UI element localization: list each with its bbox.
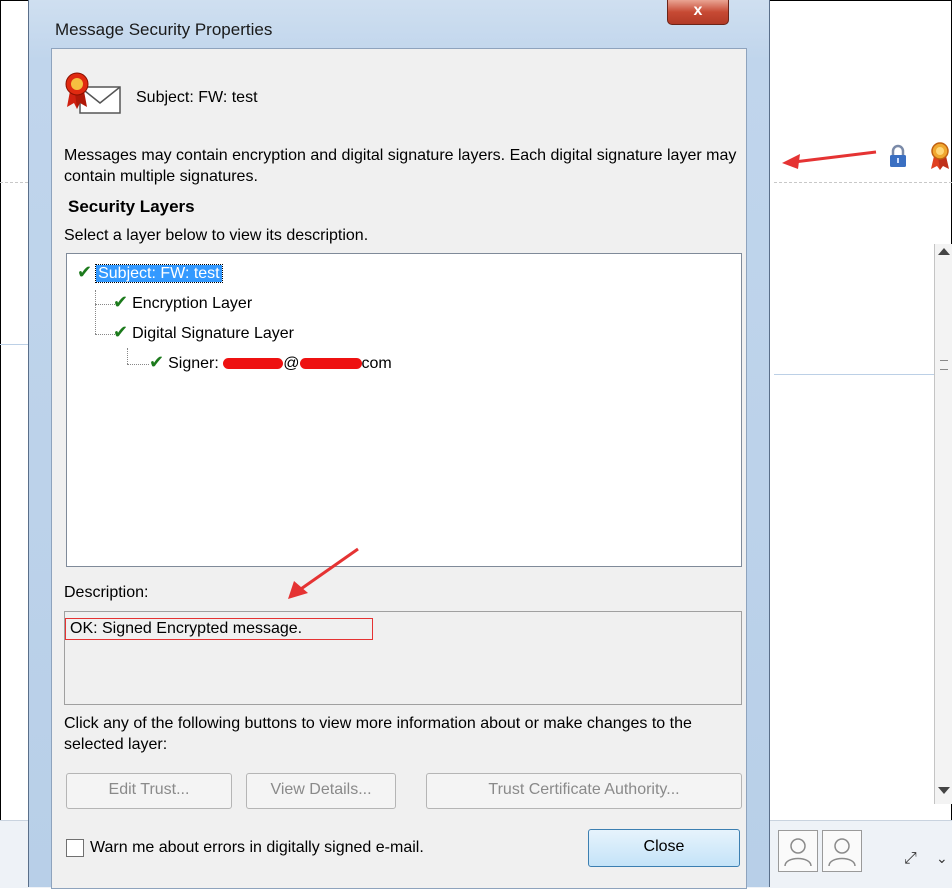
check-icon: ✔: [113, 292, 129, 312]
close-window-button[interactable]: x: [667, 0, 729, 25]
redaction-mark: [299, 358, 362, 370]
expand-icon[interactable]: ⤢: [904, 850, 917, 868]
description-label: Description:: [64, 584, 149, 601]
dialog-title: Message Security Properties: [55, 20, 273, 39]
divider: [774, 374, 934, 375]
redaction-mark: [223, 358, 284, 370]
annotation-arrow-desc: [288, 547, 359, 599]
signer-prefix: Signer:: [168, 355, 219, 372]
scroll-up-icon[interactable]: [938, 248, 950, 255]
certificate-envelope-icon: [65, 72, 121, 114]
buttons-info-text: Click any of the following buttons to vi…: [64, 715, 692, 753]
divider: [0, 182, 28, 183]
security-layers-tree[interactable]: ✔ Subject: FW: test ✔ Encryption Layer ✔ Di…: [66, 253, 742, 567]
close-button[interactable]: Close: [588, 829, 740, 867]
reading-pane-scrollbar[interactable]: [934, 244, 952, 804]
scroll-grip-icon[interactable]: [940, 360, 948, 370]
message-security-dialog: Message Security Properties x Subject: F…: [28, 0, 770, 889]
description-text: OK: Signed Encrypted message.: [65, 618, 373, 640]
signer-suffix: com: [361, 355, 392, 372]
intro-text: Messages may contain encryption and digi…: [64, 147, 737, 185]
select-layer-hint: Select a layer below to view its descrip…: [64, 227, 369, 244]
security-layers-heading: Security Layers: [68, 197, 195, 216]
tree-connector: [127, 348, 128, 364]
check-icon: ✔: [149, 352, 165, 372]
check-icon: ✔: [113, 322, 129, 342]
description-box: OK: Signed Encrypted message.: [64, 611, 742, 705]
tree-item-subject[interactable]: ✔ Subject: FW: test: [77, 262, 223, 283]
tree-connector: [95, 304, 115, 305]
divider: [0, 344, 28, 345]
person-icon: [784, 838, 812, 867]
tree-item-encryption[interactable]: ✔ Encryption Layer: [113, 292, 252, 313]
check-icon: ✔: [77, 262, 93, 282]
tree-connector: [95, 334, 115, 335]
dialog-client-area: Subject: FW: test Messages may contain e…: [51, 48, 747, 889]
warn-errors-label[interactable]: Warn me about errors in digitally signed…: [90, 839, 424, 857]
chevron-down-icon[interactable]: ⌄: [936, 850, 948, 867]
award-ribbon-icon[interactable]: [928, 142, 952, 170]
annotation-arrow-right: [782, 150, 877, 169]
view-details-button[interactable]: View Details...: [246, 773, 396, 809]
tree-item-signature[interactable]: ✔ Digital Signature Layer: [113, 322, 294, 343]
signer-at: @: [283, 355, 300, 372]
tree-connector: [127, 364, 149, 365]
warn-errors-checkbox[interactable]: [66, 839, 84, 857]
trust-ca-button[interactable]: Trust Certificate Authority...: [426, 773, 742, 809]
divider: [774, 182, 952, 183]
warn-errors-option[interactable]: Warn me about errors in digitally signed…: [66, 839, 424, 857]
tree-connector: [95, 290, 96, 334]
edit-trust-button[interactable]: Edit Trust...: [66, 773, 232, 809]
tree-item-label: Subject: FW: test: [95, 264, 223, 283]
person-icon: [828, 838, 856, 867]
lock-icon[interactable]: [889, 144, 907, 168]
avatar[interactable]: [822, 830, 862, 872]
tree-item-label: Encryption Layer: [132, 295, 253, 312]
tree-item-label: Digital Signature Layer: [132, 325, 294, 342]
scroll-down-icon[interactable]: [938, 787, 950, 794]
subject-line: Subject: FW: test: [136, 89, 258, 106]
avatar[interactable]: [778, 830, 818, 872]
tree-item-signer[interactable]: ✔ Signer: @ com: [149, 352, 392, 373]
